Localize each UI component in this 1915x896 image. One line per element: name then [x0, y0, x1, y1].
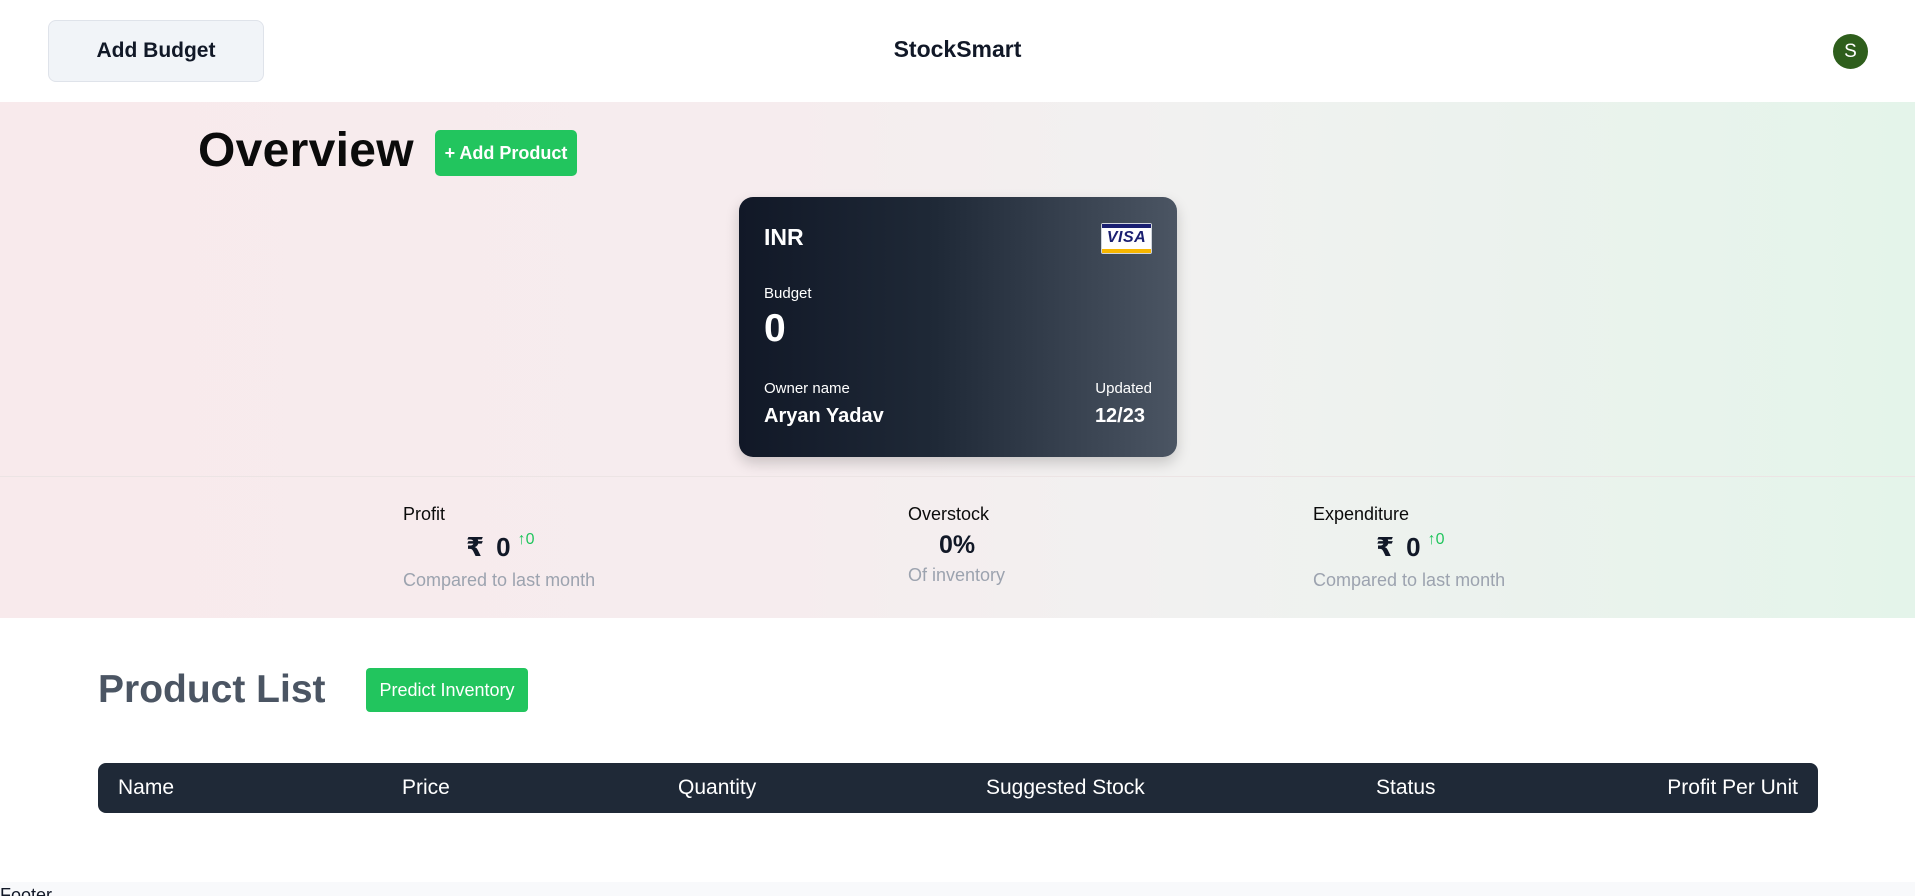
column-header-price[interactable]: Price — [402, 776, 450, 800]
expenditure-sub: Compared to last month — [1313, 570, 1506, 590]
rupee-icon: ₹ — [1376, 532, 1395, 562]
footer: Footer — [0, 882, 1915, 896]
overstock-sub: Of inventory — [908, 565, 1006, 585]
expenditure-delta-value: 0 — [1435, 531, 1445, 548]
profit-value-row: ₹ 0 ↑0 — [466, 531, 535, 563]
budget-card: INR VISA Budget 0 Owner name Aryan Yadav… — [739, 197, 1177, 457]
footer-text: Footer — [0, 885, 53, 896]
column-header-profit-per-unit[interactable]: Profit Per Unit — [1667, 776, 1798, 800]
product-table-header: Name Price Quantity Suggested Stock Stat… — [98, 763, 1818, 813]
expenditure-value-row: ₹ 0 ↑0 — [1376, 531, 1445, 563]
profit-label: Profit — [403, 504, 446, 524]
user-avatar[interactable]: S — [1833, 34, 1868, 69]
profit-stat: Profit — [403, 504, 445, 525]
updated-label: Updated — [1095, 380, 1152, 397]
overstock-label: Overstock — [908, 504, 990, 524]
rupee-icon: ₹ — [466, 532, 485, 562]
owner-label: Owner name — [764, 380, 850, 397]
stats-divider — [0, 476, 1915, 477]
profit-sub: Compared to last month — [403, 570, 596, 590]
add-product-button[interactable]: + Add Product — [435, 130, 577, 176]
overstock-stat: Overstock — [908, 504, 989, 525]
predict-inventory-button[interactable]: Predict Inventory — [366, 668, 528, 712]
arrow-up-icon: ↑ — [1427, 531, 1436, 548]
visa-logo-text: VISA — [1106, 229, 1147, 246]
overstock-value: 0% — [939, 531, 976, 559]
top-header: Add Budget StockSmart S — [0, 0, 1915, 102]
budget-label: Budget — [764, 285, 812, 302]
profit-delta-value: 0 — [525, 531, 535, 548]
visa-logo-icon: VISA — [1101, 223, 1152, 254]
product-list-title: Product List — [98, 668, 326, 711]
expenditure-delta: ↑0 — [1428, 531, 1445, 549]
owner-name: Aryan Yadav — [764, 405, 884, 427]
overview-section: Overview + Add Product INR VISA Budget 0… — [0, 102, 1915, 618]
expenditure-stat: Expenditure — [1313, 504, 1409, 525]
expenditure-value: 0 — [1406, 532, 1421, 562]
column-header-suggested-stock[interactable]: Suggested Stock — [986, 776, 1145, 800]
profit-delta: ↑0 — [518, 531, 535, 549]
column-header-name[interactable]: Name — [118, 776, 174, 800]
budget-value: 0 — [764, 307, 786, 350]
overview-title: Overview — [198, 124, 414, 177]
updated-value: 12/23 — [1094, 405, 1145, 427]
profit-value: 0 — [496, 532, 511, 562]
arrow-up-icon: ↑ — [517, 531, 526, 548]
card-currency: INR — [764, 224, 804, 250]
column-header-quantity[interactable]: Quantity — [678, 776, 756, 800]
column-header-status[interactable]: Status — [1376, 776, 1436, 800]
expenditure-label: Expenditure — [1313, 504, 1410, 524]
brand-title: StockSmart — [893, 36, 1022, 62]
